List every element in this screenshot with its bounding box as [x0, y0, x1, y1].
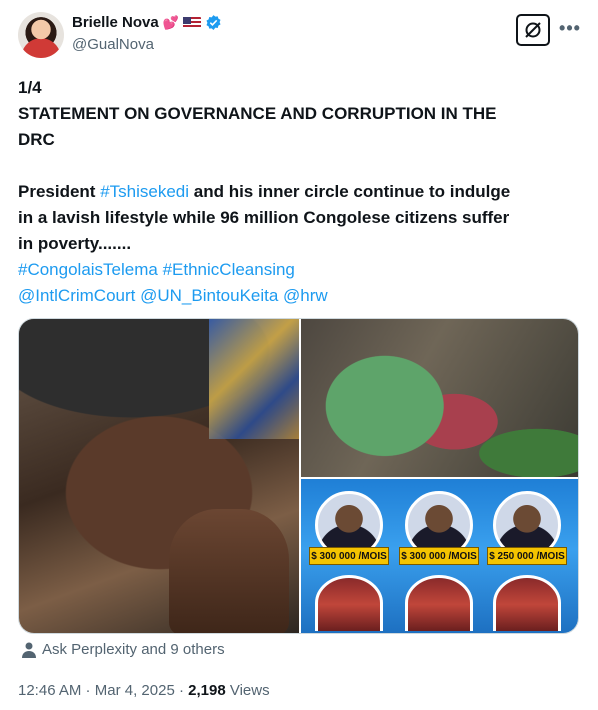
- photo-mother-child[interactable]: [301, 319, 578, 477]
- tweet-header: Brielle Nova 💕 @GualNova •••: [18, 12, 584, 62]
- thread-counter: 1/4: [18, 78, 42, 97]
- body-prefix: President: [18, 182, 101, 201]
- thumb-senators: [405, 575, 473, 631]
- photo-hand: [169, 509, 289, 633]
- body-line1: President #Tshisekedi and his inner circ…: [18, 179, 584, 205]
- photo-background-fabric: [209, 319, 299, 439]
- author-handle[interactable]: @GualNova: [72, 36, 154, 53]
- meta-separator: ·: [81, 682, 95, 699]
- thumb-deputies: [493, 575, 561, 631]
- views-count[interactable]: 2,198: [188, 682, 226, 699]
- author-name-row: Brielle Nova 💕: [72, 14, 222, 31]
- body-line2: in a lavish lifestyle while 96 million C…: [18, 208, 510, 227]
- heart-icon: 💕: [162, 14, 179, 30]
- price-tag-2: $ 300 000 /MOIS: [399, 547, 479, 565]
- grok-button[interactable]: [516, 14, 550, 46]
- tweet-text: 1/4 STATEMENT ON GOVERNANCE AND CORRUPTI…: [18, 75, 584, 309]
- photo-salary-graphic[interactable]: $ 300 000 /MOIS $ 300 000 /MOIS $ 250 00…: [301, 479, 578, 633]
- us-flag-icon: [182, 16, 201, 29]
- tweet-time[interactable]: 12:46 AM: [18, 682, 81, 699]
- thumb-ministers: [315, 575, 383, 631]
- meta-separator-2: ·: [174, 682, 189, 699]
- liked-by-text: Ask Perplexity and 9 others: [42, 641, 225, 658]
- views-label: Views: [225, 682, 270, 699]
- tweet-date[interactable]: Mar 4, 2025: [95, 682, 175, 699]
- author-name[interactable]: Brielle Nova: [72, 14, 159, 31]
- media-grid: $ 300 000 /MOIS $ 300 000 /MOIS $ 250 00…: [18, 318, 579, 634]
- tweet-meta: 12:46 AM · Mar 4, 2025 · 2,198 Views: [18, 682, 270, 699]
- verified-badge-icon: [206, 15, 221, 30]
- photo-woman[interactable]: [19, 319, 299, 633]
- hashtag-tshisekedi-link[interactable]: #Tshisekedi: [100, 182, 189, 201]
- mentions-links[interactable]: @IntlCrimCourt @UN_BintouKeita @hrw: [18, 283, 584, 309]
- statement-heading-line2: DRC: [18, 130, 55, 149]
- more-icon: •••: [559, 17, 581, 38]
- statement-heading-line1: STATEMENT ON GOVERNANCE AND CORRUPTION I…: [18, 104, 497, 123]
- person-icon: [22, 642, 36, 658]
- body-line1-rest: and his inner circle continue to indulge: [189, 182, 511, 201]
- avatar[interactable]: [18, 12, 64, 58]
- grok-icon: [525, 22, 541, 38]
- liked-by-row[interactable]: Ask Perplexity and 9 others: [22, 641, 225, 658]
- price-tag-3: $ 250 000 /MOIS: [487, 547, 567, 565]
- price-tag-1: $ 300 000 /MOIS: [309, 547, 389, 565]
- hashtags-links[interactable]: #CongolaisTelema #EthnicCleansing: [18, 257, 584, 283]
- body-line3: in poverty.......: [18, 234, 132, 253]
- more-options-button[interactable]: •••: [558, 14, 582, 42]
